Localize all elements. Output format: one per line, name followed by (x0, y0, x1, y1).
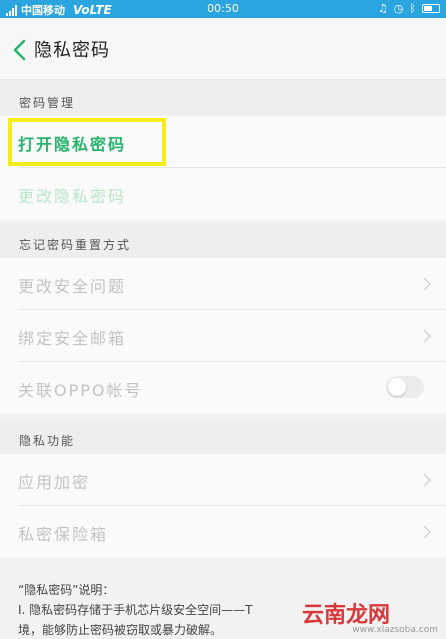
security-question-row[interactable]: 更改安全问题 (0, 258, 446, 310)
bell-icon: ♫ (377, 2, 388, 15)
bind-email-label: 绑定安全邮箱 (18, 329, 127, 348)
section-header-privacy: 隐私功能 (0, 418, 446, 454)
section-header-reset: 忘记密码重置方式 (0, 222, 446, 258)
header-bar: 隐私密码 (0, 18, 446, 80)
status-bar: 中国移动 VoLTE 00:50 ♫ ◷ ᛒ (0, 0, 446, 18)
battery-icon (422, 4, 440, 13)
link-oppo-account-label: 关联OPPO帐号 (18, 381, 143, 400)
chevron-right-icon (423, 277, 432, 291)
security-question-label: 更改安全问题 (18, 277, 127, 296)
change-privacy-password-label: 更改隐私密码 (18, 187, 127, 206)
section-header-password-mgmt: 密码管理 (0, 80, 446, 116)
chevron-right-icon (423, 473, 432, 487)
app-lock-row[interactable]: 应用加密 (0, 454, 446, 506)
alarm-icon: ◷ (393, 2, 404, 15)
change-privacy-password-row[interactable]: 更改隐私密码 (0, 168, 446, 220)
chevron-right-icon (423, 329, 432, 343)
watermark-logo: 云南龙网 www.xlazsoba.com (292, 595, 442, 635)
page-title: 隐私密码 (34, 40, 110, 61)
chevron-right-icon (423, 525, 432, 539)
bind-email-row[interactable]: 绑定安全邮箱 (0, 310, 446, 362)
link-oppo-account-row: 关联OPPO帐号 (0, 362, 446, 414)
link-oppo-account-toggle[interactable] (386, 376, 424, 398)
app-lock-label: 应用加密 (18, 473, 91, 492)
watermark-url: www.xlazsoba.com (352, 625, 438, 635)
highlight-box (8, 118, 166, 166)
safe-box-label: 私密保险箱 (18, 525, 109, 544)
bluetooth-icon: ᛒ (409, 2, 416, 15)
status-right: ♫ ◷ ᛒ (378, 2, 440, 15)
back-arrow-icon[interactable] (10, 38, 30, 62)
safe-box-row[interactable]: 私密保险箱 (0, 506, 446, 558)
